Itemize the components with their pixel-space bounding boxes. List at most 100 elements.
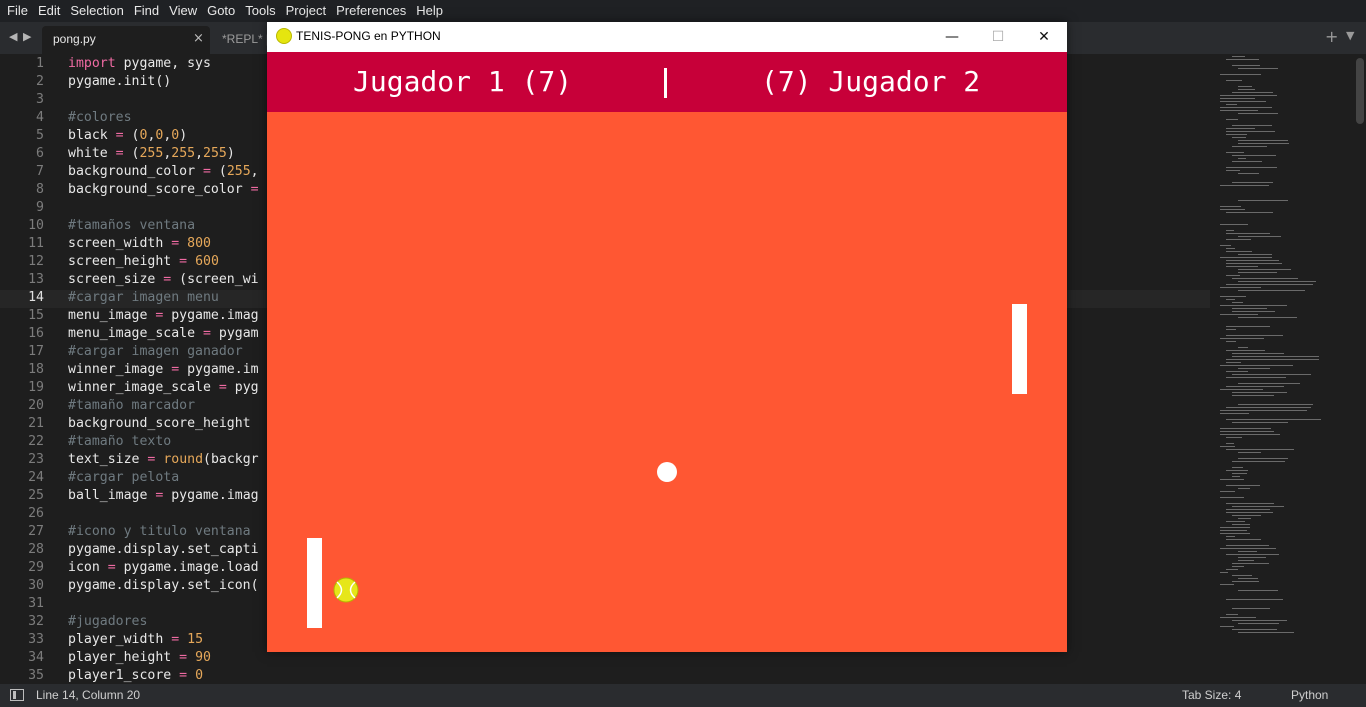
minimap-line [1232, 278, 1298, 279]
code-text: black = (0,0,0) [68, 128, 188, 143]
minimap-line [1226, 449, 1294, 450]
line-number: 9 [36, 200, 44, 215]
menu-item-selection[interactable]: Selection [65, 0, 128, 22]
minimap-line [1232, 476, 1240, 477]
tab-pong-py[interactable]: pong.py × [42, 26, 210, 54]
code-text: winner_image = pygame.im [68, 362, 259, 377]
minimap-line [1226, 263, 1282, 264]
score-separator [664, 68, 667, 98]
maximize-icon[interactable]: ☐ [975, 26, 1021, 48]
minimap-line [1220, 410, 1307, 411]
code-text: #cargar imagen menu [68, 290, 219, 305]
line-number: 34 [28, 650, 44, 665]
code-text: menu_image = pygame.imag [68, 308, 259, 323]
menu-item-find[interactable]: Find [129, 0, 164, 22]
line-number: 21 [28, 416, 44, 431]
code-text: background_color = (255, [68, 164, 259, 179]
code-text: #icono y titulo ventana [68, 524, 251, 539]
menu-item-preferences[interactable]: Preferences [331, 0, 411, 22]
minimap-line [1238, 557, 1266, 558]
minimap-line [1220, 428, 1271, 429]
window-titlebar[interactable]: TENIS-PONG en PYTHON — ☐ ✕ [267, 22, 1067, 52]
minimap-line [1232, 308, 1267, 309]
tab-size[interactable]: Tab Size: 4 [1182, 688, 1241, 702]
minimap-line [1232, 374, 1311, 375]
minimize-icon[interactable]: — [929, 26, 975, 48]
minimap-line [1226, 233, 1270, 234]
minimap-line [1226, 359, 1319, 360]
minimap-line [1220, 206, 1241, 207]
minimap-line [1220, 365, 1293, 366]
minimap[interactable] [1210, 54, 1356, 684]
minimap-line [1232, 473, 1247, 474]
close-icon[interactable]: ✕ [1021, 26, 1067, 48]
minimap-line [1226, 329, 1236, 330]
tab-nav-right-icon[interactable]: ▶ [23, 30, 31, 43]
minimap-line [1226, 539, 1261, 540]
minimap-line [1238, 200, 1288, 201]
minimap-line [1226, 230, 1234, 231]
menu-item-help[interactable]: Help [411, 0, 448, 22]
cursor-position: Line 14, Column 20 [36, 688, 141, 702]
code-line[interactable]: 35 player1_score = 0 [0, 667, 1210, 684]
game-window[interactable]: TENIS-PONG en PYTHON — ☐ ✕ Jugador 1 (7)… [267, 22, 1067, 652]
new-tab-icon[interactable]: + [1325, 27, 1338, 46]
menu-item-project[interactable]: Project [281, 0, 331, 22]
minimap-line [1238, 458, 1288, 459]
line-number: 7 [36, 164, 44, 179]
minimap-line [1220, 479, 1244, 480]
line-number: 1 [36, 56, 44, 71]
minimap-line [1238, 272, 1277, 273]
minimap-line [1238, 269, 1291, 270]
minimap-line [1232, 566, 1244, 567]
menu-item-goto[interactable]: Goto [202, 0, 240, 22]
minimap-line [1226, 134, 1247, 135]
minimap-line [1238, 404, 1313, 405]
line-number: 4 [36, 110, 44, 125]
syntax-mode[interactable]: Python [1291, 688, 1328, 702]
tennis-ball-icon [333, 577, 359, 603]
minimap-line [1226, 170, 1240, 171]
menu-item-tools[interactable]: Tools [240, 0, 280, 22]
minimap-line [1226, 275, 1240, 276]
minimap-line [1220, 107, 1272, 108]
close-icon[interactable]: × [193, 31, 204, 46]
menu-item-edit[interactable]: Edit [33, 0, 65, 22]
scrollbar-thumb[interactable] [1356, 58, 1364, 124]
minimap-line [1232, 467, 1243, 468]
minimap-line [1238, 86, 1252, 87]
minimap-line [1220, 257, 1272, 258]
minimap-line [1220, 413, 1249, 414]
minimap-line [1232, 629, 1277, 630]
minimap-line [1232, 353, 1284, 354]
minimap-line [1232, 506, 1284, 507]
player2-score: (7) Jugador 2 [761, 65, 981, 98]
minimap-line [1220, 209, 1245, 210]
minimap-line [1220, 110, 1258, 111]
scrollbar[interactable] [1356, 54, 1366, 684]
window-title: TENIS-PONG en PYTHON [296, 29, 441, 43]
tab-overflow-icon[interactable]: ▼ [1346, 29, 1354, 42]
tab-label: pong.py [53, 32, 96, 46]
minimap-line [1238, 173, 1259, 174]
minimap-line [1232, 146, 1267, 147]
minimap-line [1226, 239, 1251, 240]
menu-item-file[interactable]: File [2, 0, 33, 22]
sidebar-toggle-icon[interactable] [10, 689, 24, 701]
minimap-line [1220, 491, 1235, 492]
minimap-line [1226, 248, 1235, 249]
minimap-line [1232, 581, 1259, 582]
code-text: #tamaño texto [68, 434, 172, 449]
code-text: pygame.display.set_capti [68, 542, 259, 557]
minimap-line [1220, 338, 1264, 339]
line-number: 11 [28, 236, 44, 251]
menu-item-view[interactable]: View [164, 0, 202, 22]
minimap-line [1220, 287, 1261, 288]
minimap-line [1232, 356, 1319, 357]
status-bar: Line 14, Column 20 Tab Size: 4 Python [0, 684, 1366, 707]
line-number: 28 [28, 542, 44, 557]
code-text: #tamaños ventana [68, 218, 196, 233]
tab-nav-left-icon[interactable]: ◀ [9, 30, 17, 43]
code-text: player1_score = 0 [68, 668, 204, 683]
minimap-line [1220, 446, 1235, 447]
